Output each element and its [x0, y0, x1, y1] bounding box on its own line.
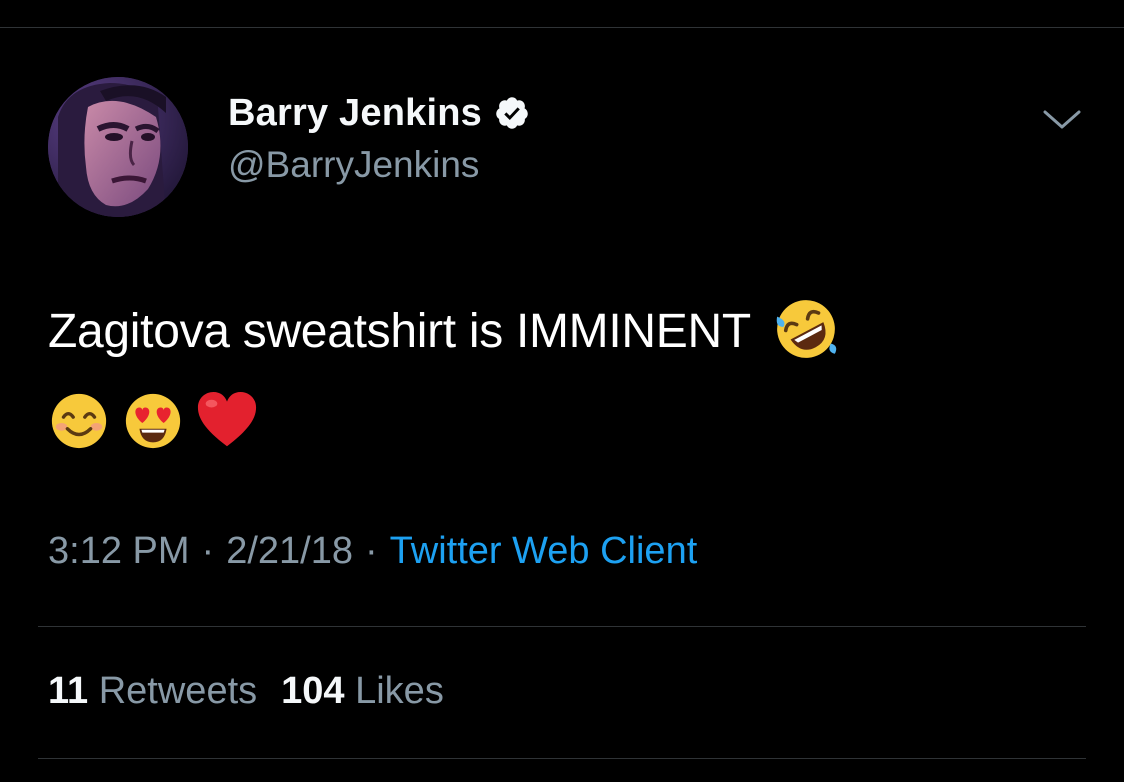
engagement-stats: 11 Retweets 104 Likes — [48, 670, 444, 713]
retweets-label: Retweets — [98, 670, 258, 712]
likes-count: 104 — [281, 670, 345, 712]
verified-badge-icon — [494, 95, 530, 131]
retweets-stat[interactable]: 11 Retweets — [48, 670, 257, 712]
tweet-time[interactable]: 3:12 PM — [48, 530, 190, 572]
meta-separator: · — [201, 530, 215, 572]
likes-label: Likes — [355, 670, 444, 712]
avatar[interactable] — [48, 77, 188, 217]
tweet-date[interactable]: 2/21/18 — [226, 530, 353, 572]
divider — [38, 758, 1086, 759]
chevron-down-icon[interactable] — [1040, 103, 1084, 137]
meta-separator: · — [364, 530, 378, 572]
smiling-face-with-smiling-eyes-emoji-icon — [48, 390, 110, 452]
tweet-source-link[interactable]: Twitter Web Client — [390, 530, 698, 572]
red-heart-emoji-icon — [196, 390, 258, 452]
divider — [38, 626, 1086, 627]
smiling-face-with-heart-eyes-emoji-icon — [122, 390, 184, 452]
retweets-count: 11 — [48, 670, 89, 712]
tweet-body: Zagitova sweatshirt is IMMINENT — [48, 305, 750, 358]
tweet-meta: 3:12 PM · 2/21/18 · Twitter Web Client — [48, 530, 697, 573]
user-handle[interactable]: @BarryJenkins — [228, 144, 479, 186]
rolling-on-floor-laughing-emoji-icon — [773, 296, 839, 362]
author-name-row[interactable]: Barry Jenkins — [228, 90, 530, 136]
emoji-row — [48, 390, 258, 452]
tweet-text: Zagitova sweatshirt is IMMINENT — [48, 300, 839, 362]
likes-stat[interactable]: 104 Likes — [281, 670, 444, 712]
display-name[interactable]: Barry Jenkins — [228, 92, 482, 135]
top-divider — [0, 27, 1124, 28]
